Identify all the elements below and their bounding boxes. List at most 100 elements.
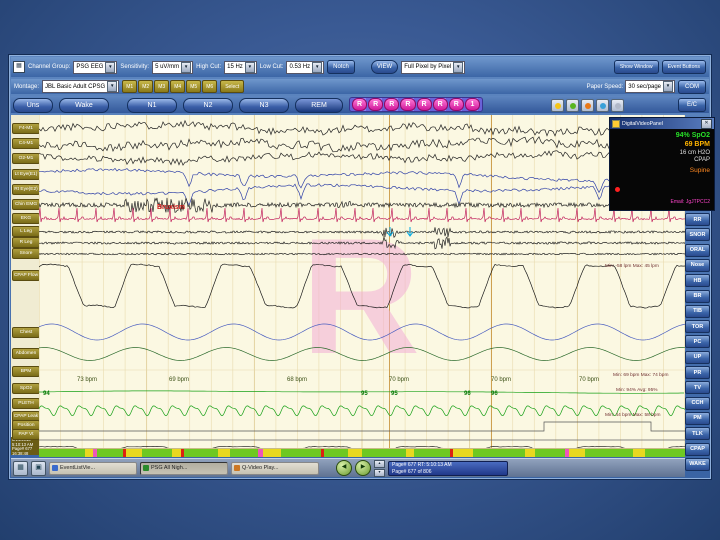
taskbar-window-button[interactable]: PSG All Nigh... <box>140 461 228 475</box>
event-segment <box>126 449 142 457</box>
stage-button-rem[interactable]: REM <box>295 98 343 113</box>
epoch-stage-button[interactable]: 1 <box>464 98 480 111</box>
event-segment <box>348 449 362 457</box>
clock-icon[interactable] <box>566 99 579 112</box>
epoch-stage-button[interactable]: R <box>448 98 464 111</box>
taskbar-window-button[interactable]: Q-Video Play... <box>231 461 319 475</box>
channel-label-lt-eye-e1-[interactable]: Lt Eye(E1) <box>12 169 40 180</box>
next-page-button[interactable]: ▶ <box>355 460 371 476</box>
channel-group-select[interactable]: PSG EEG ▼ <box>73 60 118 74</box>
sensitivity-select[interactable]: 5 uV/mm ▼ <box>152 60 194 74</box>
event-segment <box>645 449 685 457</box>
channel-label-pap-vt[interactable]: PAP Vt <box>12 429 40 440</box>
channel-label-abdomen[interactable]: Abdomen <box>12 348 40 359</box>
event-button-oral[interactable]: ORAL <box>685 243 710 257</box>
show-window-button[interactable]: Show Window <box>613 60 659 74</box>
waveform-canvas[interactable]: R Bruxism 73 bpm 69 bpm 68 bpm 70 bpm 70 bpm 70… <box>38 115 686 455</box>
channel-label-cpap-flow[interactable]: CPAP Flow <box>12 270 40 281</box>
event-button-snor[interactable]: SNOR <box>685 228 710 242</box>
epoch-stage-button[interactable]: R <box>400 98 416 111</box>
event-segment <box>230 449 258 457</box>
event-button-wake[interactable]: WAKE <box>685 457 710 471</box>
epoch-stage-button[interactable]: R <box>416 98 432 111</box>
channel-label-r-leg[interactable]: R Leg <box>12 237 40 248</box>
event-button-tv[interactable]: TV <box>685 381 710 395</box>
heart-rate-minmax: Min: 69 bpm Max: 74 bpm <box>613 372 668 378</box>
high-cut-select[interactable]: 15 Hz ▼ <box>224 60 257 74</box>
montage-preset-m3[interactable]: M3 <box>154 80 170 93</box>
video-panel-titlebar[interactable]: DigitalVideoPanel ✕ <box>610 118 714 129</box>
event-button-pc[interactable]: PC <box>685 335 710 349</box>
taskbar: ▦ ▣ EventListVie... PSG All Nigh... Q-Vide… <box>11 458 685 477</box>
channel-label-spo2[interactable]: SpO2 <box>12 383 40 394</box>
event-button-tib[interactable]: TIB <box>685 304 710 318</box>
stage-button-n2[interactable]: N2 <box>183 98 233 113</box>
low-cut-select[interactable]: 0.53 Hz ▼ <box>286 60 325 74</box>
channel-label-chest[interactable]: Chest <box>12 327 40 338</box>
montage-preset-m1[interactable]: M1 <box>122 80 138 93</box>
prev-page-button[interactable]: ◀ <box>336 460 352 476</box>
channel-label-chin-emg[interactable]: Chin EMG <box>12 199 40 210</box>
event-timeline-bar[interactable] <box>39 448 685 457</box>
view-mode-value: Full Pixel by Pixel <box>404 64 452 70</box>
event-segment <box>406 449 414 457</box>
channel-label-ekg[interactable]: EKG <box>12 213 40 224</box>
montage-preset-m2[interactable]: M2 <box>138 80 154 93</box>
channel-label-bpm[interactable]: BPM <box>12 366 40 377</box>
start-menu-icon[interactable]: ▦ <box>13 460 28 476</box>
channel-group-label: Channel Group: <box>28 64 71 70</box>
epoch-stage-button[interactable]: R <box>384 98 400 111</box>
view-mode-select[interactable]: Full Pixel by Pixel ▼ <box>401 60 466 74</box>
psg-application-window: ▦ Channel Group: PSG EEG ▼ Sensitivity: … <box>8 54 715 480</box>
montage-preset-m6[interactable]: M6 <box>202 80 218 93</box>
montage-select[interactable]: JBL Basic Adult CPSG ▼ <box>42 80 120 93</box>
channel-label-snore[interactable]: Snore <box>12 248 40 259</box>
stage-button-uns[interactable]: Uns <box>13 98 53 113</box>
event-button-br[interactable]: BR <box>685 289 710 303</box>
event-button-up[interactable]: UP <box>685 350 710 364</box>
montage-preset-m5[interactable]: M5 <box>186 80 202 93</box>
notch-button[interactable]: Notch <box>327 60 355 74</box>
montage-select-button[interactable]: Select <box>220 80 245 93</box>
event-segment <box>324 449 348 457</box>
epoch-stage-button[interactable]: R <box>352 98 368 111</box>
quick-icon-group <box>551 99 624 112</box>
taskbar-window-button[interactable]: EventListVie... <box>49 461 137 475</box>
video-body-position: Supine <box>689 166 710 174</box>
event-button-cpap[interactable]: CPAP <box>685 442 710 456</box>
channel-label-rt-eye-e2-[interactable]: Rt Eye(E2) <box>12 184 40 195</box>
heart-rate-value: 68 bpm <box>287 377 307 383</box>
stage-button-n3[interactable]: N3 <box>239 98 289 113</box>
spin-down-icon[interactable]: ▼ <box>374 468 385 477</box>
event-button-pm[interactable]: PM <box>685 411 710 425</box>
view-button[interactable]: VIEW <box>370 60 399 74</box>
filter-icon[interactable] <box>611 99 624 112</box>
event-button-rr[interactable]: RR <box>685 213 710 226</box>
event-button-tor[interactable]: TOR <box>685 320 710 334</box>
heart-rate-value: 73 bpm <box>77 377 97 383</box>
calendar-icon[interactable] <box>581 99 594 112</box>
stage-button-wake[interactable]: Wake <box>59 98 109 113</box>
spin-up-icon[interactable]: ▲ <box>374 459 385 468</box>
channel-label-pleth[interactable]: PLETH <box>12 398 40 409</box>
spo2-minmax: Min: 94% Avg: 95% <box>616 387 658 393</box>
smiley-icon[interactable] <box>551 99 564 112</box>
epoch-stage-button[interactable]: R <box>368 98 384 111</box>
channel-label-f4-m1[interactable]: F4-M1 <box>12 123 40 134</box>
channel-grid-icon[interactable]: ▦ <box>13 61 25 73</box>
event-button-nose[interactable]: Nose <box>685 258 710 272</box>
channel-label-l-leg[interactable]: L Leg <box>12 226 40 237</box>
event-button-pr[interactable]: PR <box>685 366 710 379</box>
paper-speed-select[interactable]: 30 sec/page ▼ <box>625 80 675 93</box>
close-icon[interactable]: ✕ <box>701 118 712 129</box>
channel-label-c4-m1[interactable]: C4-M1 <box>12 138 40 149</box>
epoch-stage-button[interactable]: R <box>432 98 448 111</box>
channel-label-o2-m1[interactable]: O2-M1 <box>12 153 40 164</box>
event-button-tlk[interactable]: TLK <box>685 427 710 441</box>
montage-preset-m4[interactable]: M4 <box>170 80 186 93</box>
event-button-hb[interactable]: HB <box>685 274 710 288</box>
folder-icon[interactable]: ▣ <box>31 460 46 476</box>
note-icon[interactable] <box>596 99 609 112</box>
stage-button-n1[interactable]: N1 <box>127 98 177 113</box>
event-button-cch[interactable]: CCH <box>685 396 710 410</box>
